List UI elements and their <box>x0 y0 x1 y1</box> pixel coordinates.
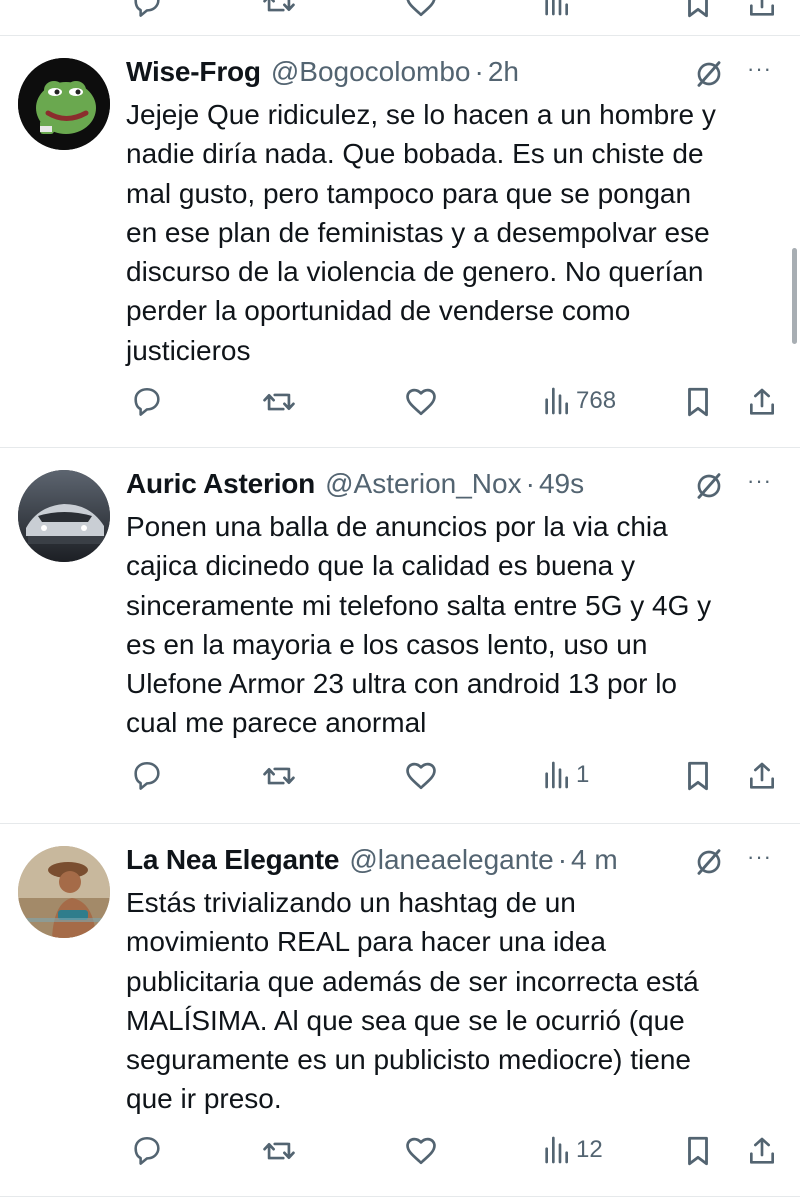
tweet-text: Ponen una balla de anuncios por la via c… <box>126 511 712 739</box>
views-button[interactable]: 12 <box>542 1134 603 1166</box>
bookmark-icon[interactable] <box>683 0 713 20</box>
like-icon[interactable] <box>403 385 439 419</box>
timestamp[interactable]: 49s <box>539 468 584 500</box>
person-avatar-icon[interactable] <box>18 846 110 938</box>
author-name[interactable]: Wise-Frog <box>126 56 261 88</box>
tweet-card[interactable]: La Nea Elegante @laneaelegante · 4 m ···… <box>0 824 800 1199</box>
tweet-actions: 768 <box>0 385 800 425</box>
reply-icon[interactable] <box>130 759 164 793</box>
frog-avatar-icon[interactable] <box>18 58 110 150</box>
share-icon[interactable] <box>746 1134 778 1168</box>
views-icon <box>542 385 570 417</box>
retweet-icon[interactable] <box>260 759 298 793</box>
share-icon[interactable] <box>746 385 778 419</box>
share-icon[interactable] <box>746 759 778 793</box>
retweet-icon[interactable] <box>260 1134 298 1168</box>
tweet-header: Wise-Frog @Bogocolombo · 2h <box>126 56 780 90</box>
grok-icon[interactable] <box>693 58 725 95</box>
like-icon[interactable] <box>403 1134 439 1168</box>
bookmark-icon[interactable] <box>683 385 713 419</box>
reply-icon[interactable] <box>130 385 164 419</box>
views-icon[interactable] <box>542 0 570 18</box>
views-button[interactable]: 768 <box>542 385 616 417</box>
timestamp[interactable]: 4 m <box>571 844 618 876</box>
reply-icon[interactable] <box>130 0 164 20</box>
separator: · <box>557 844 568 875</box>
bookmark-icon[interactable] <box>683 1134 713 1168</box>
author-handle[interactable]: @Asterion_Nox <box>325 468 522 500</box>
views-icon <box>542 1134 570 1166</box>
separator: · <box>525 468 535 499</box>
author-handle[interactable]: @laneaelegante <box>349 844 553 876</box>
bookmark-icon[interactable] <box>683 759 713 793</box>
views-icon <box>542 759 570 791</box>
tweet-header: La Nea Elegante @laneaelegante · 4 m <box>126 844 780 878</box>
tweet-header: Auric Asterion @Asterion_Nox · 49s <box>126 468 780 502</box>
views-count: 1 <box>576 761 590 788</box>
like-icon[interactable] <box>403 759 439 793</box>
tweet-card[interactable]: Wise-Frog @Bogocolombo · 2h ··· Jejeje Q… <box>0 36 800 448</box>
more-icon[interactable]: ··· <box>747 468 772 494</box>
like-icon[interactable] <box>403 0 439 20</box>
more-icon[interactable]: ··· <box>747 844 772 870</box>
scrollbar[interactable] <box>792 248 797 344</box>
author-handle[interactable]: @Bogocolombo <box>271 56 471 88</box>
retweet-icon[interactable] <box>260 385 298 419</box>
tweet-actions: 1 <box>0 759 800 799</box>
more-icon[interactable]: ··· <box>747 56 772 82</box>
retweet-icon[interactable] <box>260 0 298 20</box>
grok-icon[interactable] <box>693 470 725 507</box>
tweet-card[interactable]: Auric Asterion @Asterion_Nox · 49s ··· P… <box>0 448 800 824</box>
tweet-text: Estás trivializando un hashtag de un mov… <box>126 887 699 1115</box>
views-button[interactable]: 1 <box>542 759 589 791</box>
views-count: 12 <box>576 1136 603 1163</box>
timestamp[interactable]: 2h <box>488 56 519 88</box>
divider <box>0 1196 800 1197</box>
share-icon[interactable] <box>746 0 778 20</box>
author-name[interactable]: La Nea Elegante <box>126 844 340 876</box>
tweet-text: Jejeje Que ridiculez, se lo hacen a un h… <box>126 99 716 366</box>
car-avatar-icon[interactable] <box>18 470 110 562</box>
author-name[interactable]: Auric Asterion <box>126 468 315 500</box>
grok-icon[interactable] <box>693 846 725 883</box>
separator: · <box>474 56 484 87</box>
previous-tweet-actions <box>0 0 800 36</box>
tweet-actions: 12 <box>0 1134 800 1174</box>
reply-icon[interactable] <box>130 1134 164 1168</box>
views-count: 768 <box>576 387 617 414</box>
